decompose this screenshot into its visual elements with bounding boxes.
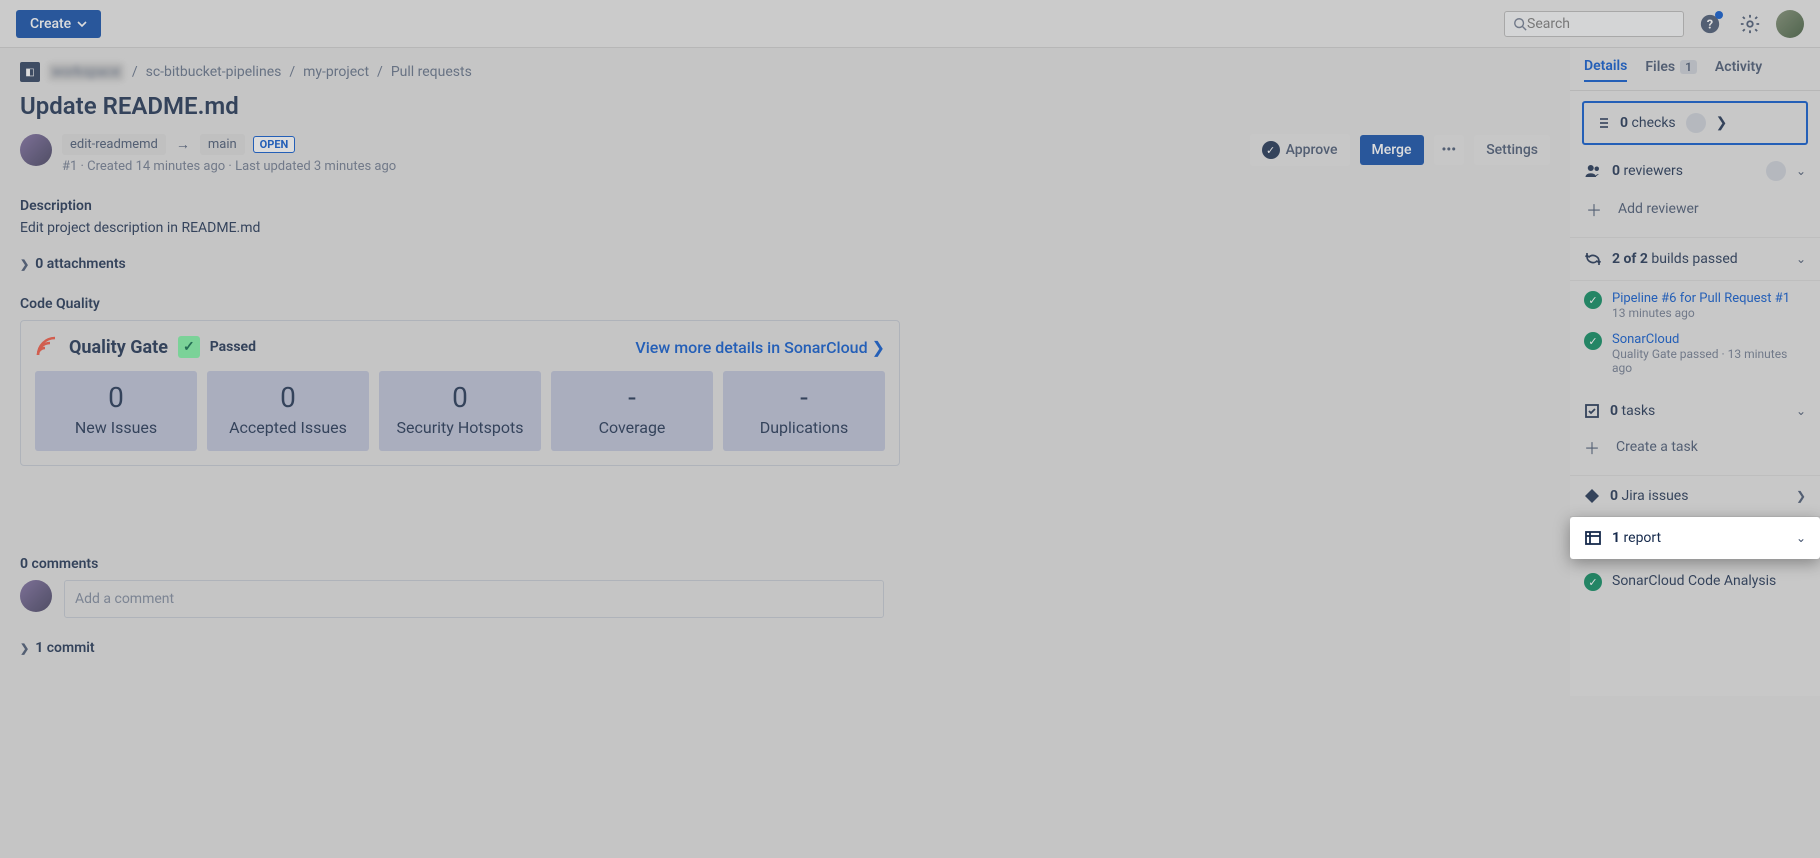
files-count-badge: 1	[1680, 60, 1697, 74]
merge-button[interactable]: Merge	[1360, 135, 1424, 165]
side-panel: Details Files 1 Activity 0 checks ❯ 0 re…	[1570, 48, 1820, 696]
chevron-down-icon: ⌄	[1796, 531, 1806, 545]
success-icon: ✓	[1584, 573, 1602, 591]
create-button[interactable]: Create	[16, 10, 101, 38]
chevron-down-icon: ⌄	[1796, 252, 1806, 266]
builds-icon	[1584, 250, 1602, 268]
metric-duplications[interactable]: -Duplications	[723, 371, 885, 451]
jira-icon	[1584, 488, 1600, 504]
builds-row[interactable]: 2 of 2 builds passed ⌄	[1584, 250, 1806, 268]
author-avatar[interactable]	[20, 134, 52, 166]
target-branch[interactable]: main	[200, 134, 245, 155]
reviewers-row[interactable]: 0 reviewers ⌄	[1584, 161, 1806, 181]
breadcrumb-repo[interactable]: my-project	[303, 64, 369, 80]
pass-check-icon: ✓	[178, 336, 200, 358]
people-icon	[1584, 162, 1602, 180]
help-button[interactable]: ?	[1696, 10, 1724, 38]
more-actions-button[interactable]: •••	[1434, 135, 1465, 165]
chevron-right-icon: ❯	[872, 338, 885, 357]
build-item[interactable]: ✓ Pipeline #6 for Pull Request #1 13 min…	[1584, 285, 1806, 326]
jira-row[interactable]: 0 Jira issues ❯	[1584, 488, 1806, 504]
settings-pr-button[interactable]: Settings	[1474, 135, 1550, 165]
commits-toggle[interactable]: ❯ 1 commit	[20, 640, 1550, 656]
reports-section: 1 report ⌄	[1570, 517, 1820, 559]
description-heading: Description	[20, 198, 1550, 214]
create-label: Create	[30, 16, 71, 32]
notification-dot	[1715, 11, 1723, 19]
settings-button[interactable]	[1736, 10, 1764, 38]
pr-state-badge: OPEN	[253, 136, 296, 153]
list-icon	[1594, 115, 1610, 131]
check-icon: ✓	[1262, 141, 1280, 159]
tab-activity[interactable]: Activity	[1715, 58, 1762, 82]
chevron-right-icon: ❯	[20, 642, 29, 655]
tasks-row[interactable]: 0 tasks ⌄	[1584, 403, 1806, 419]
sonar-icon	[35, 335, 59, 359]
source-branch[interactable]: edit-readmemd	[62, 134, 166, 155]
plus-icon: ＋	[1584, 435, 1600, 459]
chevron-down-icon	[77, 21, 87, 27]
workspace-icon: ◧	[20, 62, 40, 82]
search-input[interactable]	[1527, 16, 1675, 32]
description-text: Edit project description in README.md	[20, 220, 1550, 236]
breadcrumb-section[interactable]: Pull requests	[391, 64, 472, 80]
commenter-avatar	[20, 580, 52, 612]
success-icon: ✓	[1584, 291, 1602, 309]
main-content: ◧ workspace / sc-bitbucket-pipelines / m…	[0, 48, 1570, 696]
chevron-down-icon: ⌄	[1796, 164, 1806, 178]
metric-accepted-issues[interactable]: 0Accepted Issues	[207, 371, 369, 451]
create-task-button[interactable]: ＋ Create a task	[1584, 419, 1806, 463]
quality-gate-status: Passed	[210, 339, 256, 355]
top-bar: Create ?	[0, 0, 1820, 48]
pr-title: Update README.md	[20, 92, 1550, 120]
build-item[interactable]: ✓ SonarCloud Quality Gate passed · 13 mi…	[1584, 326, 1806, 381]
report-icon	[1584, 529, 1602, 547]
metrics-row: 0New Issues 0Accepted Issues 0Security H…	[35, 371, 885, 451]
pr-meta-line: #1 · Created 14 minutes ago · Last updat…	[62, 159, 396, 174]
user-avatar[interactable]	[1776, 10, 1804, 38]
search-box[interactable]	[1504, 11, 1684, 37]
report-item[interactable]: ✓ SonarCloud Code Analysis	[1584, 567, 1806, 597]
arrow-right-icon: →	[176, 136, 190, 153]
separator: /	[132, 64, 138, 80]
reports-row[interactable]: 1 report ⌄	[1584, 529, 1806, 547]
comment-input[interactable]	[64, 580, 884, 618]
metric-coverage[interactable]: -Coverage	[551, 371, 713, 451]
ellipsis-icon: •••	[1442, 142, 1457, 158]
plus-icon: ＋	[1586, 197, 1602, 221]
code-quality-heading: Code Quality	[20, 296, 1550, 312]
chevron-right-icon: ❯	[1796, 489, 1806, 503]
checkbox-icon	[1584, 403, 1600, 419]
comments-heading: 0 comments	[20, 556, 1550, 572]
separator: /	[377, 64, 383, 80]
approve-button[interactable]: ✓ Approve	[1250, 134, 1350, 166]
chevron-down-icon: ⌄	[1796, 404, 1806, 418]
sonarcloud-link[interactable]: View more details in SonarCloud ❯	[635, 338, 885, 357]
metric-new-issues[interactable]: 0New Issues	[35, 371, 197, 451]
search-icon	[1513, 17, 1527, 31]
breadcrumb-project[interactable]: sc-bitbucket-pipelines	[146, 64, 282, 80]
quality-gate-card: Quality Gate ✓ Passed View more details …	[20, 320, 900, 466]
add-reviewer-button[interactable]: ＋ Add reviewer	[1584, 181, 1806, 225]
approve-label: Approve	[1286, 142, 1338, 158]
svg-text:?: ?	[1707, 17, 1713, 32]
chevron-right-icon: ❯	[20, 258, 29, 271]
metric-security-hotspots[interactable]: 0Security Hotspots	[379, 371, 541, 451]
breadcrumb-workspace[interactable]: workspace	[48, 63, 124, 81]
reviewer-placeholder	[1766, 161, 1786, 181]
separator: /	[289, 64, 295, 80]
tab-details[interactable]: Details	[1584, 58, 1627, 82]
attachments-toggle[interactable]: ❯ 0 attachments	[20, 256, 1550, 272]
status-placeholder	[1686, 113, 1706, 133]
quality-gate-label: Quality Gate	[69, 337, 168, 358]
success-icon: ✓	[1584, 332, 1602, 350]
breadcrumb: ◧ workspace / sc-bitbucket-pipelines / m…	[20, 62, 1550, 82]
chevron-right-icon: ❯	[1716, 115, 1728, 131]
tab-files[interactable]: Files 1	[1645, 58, 1697, 82]
checks-row[interactable]: 0 checks ❯	[1582, 101, 1808, 145]
